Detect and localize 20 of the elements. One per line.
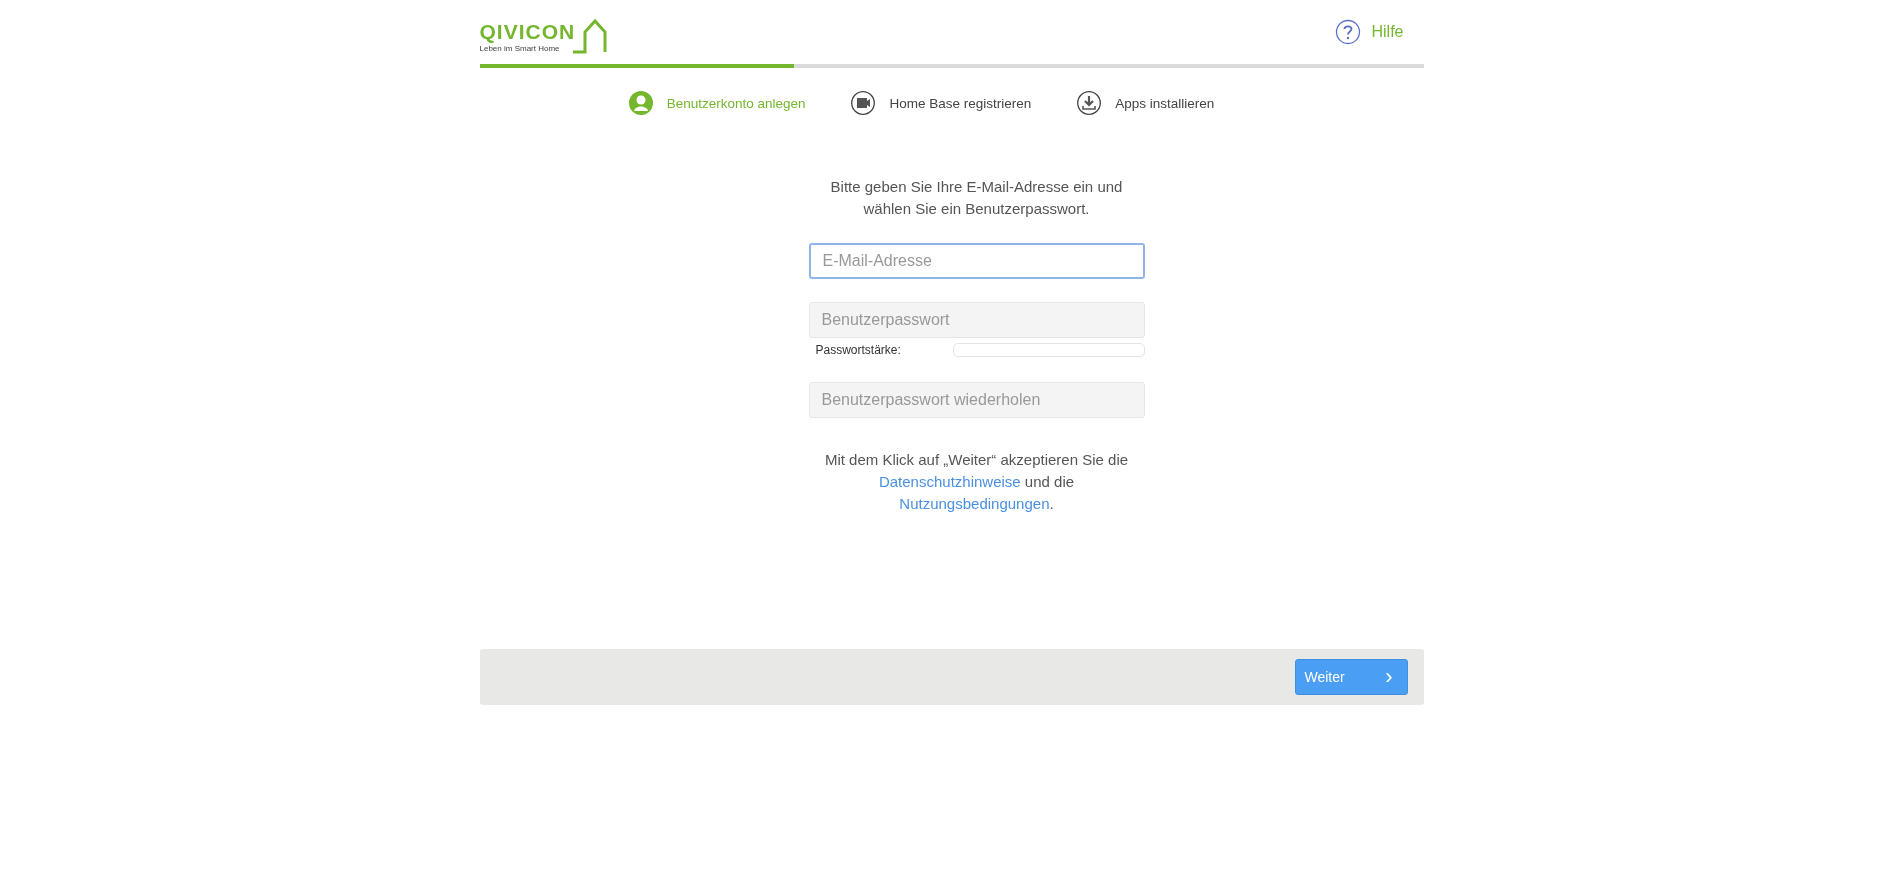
wizard-step: Benutzerkonto anlegen <box>628 88 806 118</box>
email-field[interactable]: E-Mail-Adresse <box>808 243 1145 279</box>
logo-tagline: Leben im Smart Home <box>479 44 561 54</box>
next-button[interactable]: Weiter › <box>1294 659 1408 695</box>
camera-icon <box>851 91 876 115</box>
password-field[interactable]: Benutzerpasswort <box>808 302 1145 338</box>
download-icon <box>1077 91 1102 115</box>
logo-wordmark: QIVICON <box>479 20 576 44</box>
help-icon <box>1335 19 1362 45</box>
intro-text: Bitte geben Sie Ihre E-Mail-Adresse ein und wählen Sie ein Benutzerpasswort. <box>829 177 1124 219</box>
policy-link[interactable]: Datenschutzhinweise <box>878 473 1021 490</box>
wizard-step: Apps installieren <box>1077 88 1215 118</box>
policy-link[interactable]: Nutzungsbedingungen <box>899 495 1050 512</box>
password-field[interactable]: Benutzerpasswort wiederholen <box>808 382 1145 418</box>
strength-label: Passwortstärke: <box>815 343 902 357</box>
person-icon <box>628 91 653 115</box>
help-link[interactable]: Hilfe <box>1335 19 1404 45</box>
wizard-step: Home Base registrieren <box>851 88 1032 118</box>
house-icon <box>571 18 608 54</box>
consent-text: Mit dem Klick auf „Weiter“ akzeptieren Sie die Datenschutzhinweise und die Nutzungsbedingungen. <box>823 450 1130 514</box>
